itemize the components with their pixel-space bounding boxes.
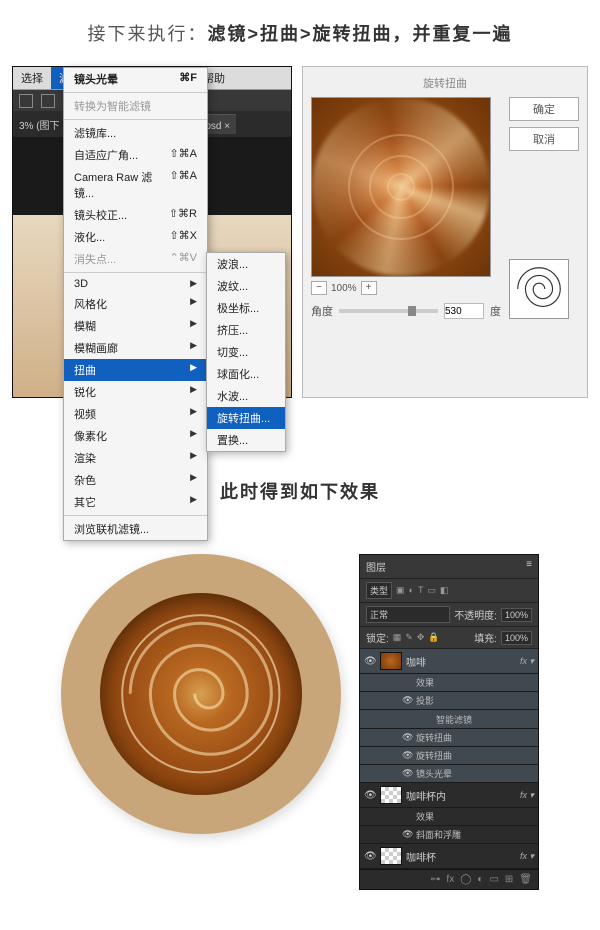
- submenu-item[interactable]: 切变...: [207, 341, 285, 363]
- layer-effect[interactable]: 效果: [360, 674, 538, 692]
- menu-item[interactable]: 自适应广角...⇧⌘A: [64, 144, 207, 166]
- fill-input[interactable]: 100%: [501, 631, 532, 645]
- layers-panel: 图层 ≡ 类型 ▣ ◐ T ▭ ◧ 正常 不透明度: 100% 锁定:: [359, 554, 539, 890]
- menu-item[interactable]: 浏览联机滤镜...: [64, 518, 207, 540]
- filter-menu-dropdown: 镜头光晕⌘F 转换为智能滤镜滤镜库...自适应广角...⇧⌘ACamera Raw…: [63, 67, 208, 541]
- kind-filter[interactable]: 类型: [366, 582, 392, 599]
- dialog-title: 旋转扭曲: [311, 75, 579, 97]
- filter-smart-icon[interactable]: ◧: [440, 585, 449, 596]
- zoom-in-button[interactable]: +: [361, 281, 377, 295]
- layer-row[interactable]: 👁咖啡杯内fx ▾: [360, 783, 538, 808]
- blend-mode-select[interactable]: 正常: [366, 606, 450, 623]
- fx-icon[interactable]: fx: [446, 874, 454, 885]
- angle-label: 角度: [311, 303, 333, 319]
- layer-effect[interactable]: 智能滤镜: [360, 710, 538, 729]
- layer-effect[interactable]: 👁镜头光晕: [360, 765, 538, 783]
- visibility-icon[interactable]: 👁: [364, 851, 376, 862]
- menu-item-模糊[interactable]: 模糊▶: [64, 315, 207, 337]
- layer-thumb: [380, 652, 402, 670]
- menu-item-杂色[interactable]: 杂色▶: [64, 469, 207, 491]
- menu-item[interactable]: 液化...⇧⌘X: [64, 226, 207, 248]
- submenu-item[interactable]: 旋转扭曲...: [207, 407, 285, 429]
- adjust-icon[interactable]: ◐: [477, 874, 483, 885]
- ok-button[interactable]: 确定: [509, 97, 579, 121]
- filter-pixel-icon[interactable]: ▣: [396, 585, 405, 596]
- submenu-item[interactable]: 波浪...: [207, 253, 285, 275]
- opacity-input[interactable]: 100%: [501, 608, 532, 622]
- panel-title: 图层: [366, 559, 386, 574]
- spiral-thumbnail-icon: [509, 259, 569, 319]
- submenu-item[interactable]: 置换...: [207, 429, 285, 451]
- menu-item-扭曲[interactable]: 扭曲▶: [64, 359, 207, 381]
- layer-effect[interactable]: 👁斜面和浮雕: [360, 826, 538, 844]
- coffee-result-image: [61, 554, 341, 834]
- menu-item-其它[interactable]: 其它▶: [64, 491, 207, 513]
- angle-input[interactable]: [444, 303, 484, 319]
- cancel-button[interactable]: 取消: [509, 127, 579, 151]
- angle-slider[interactable]: [339, 309, 438, 313]
- photoshop-window: 选择滤镜3D视图窗口帮助 3D 模式: ▾ 3% (图下 转换为智能滤镜/CMY…: [12, 66, 292, 398]
- twirl-dialog: 旋转扭曲 − 100% + 角度: [302, 66, 588, 398]
- menu-item[interactable]: 镜头校正...⇧⌘R: [64, 204, 207, 226]
- layer-row[interactable]: 👁咖啡fx ▾: [360, 649, 538, 674]
- layer-effect[interactable]: 👁旋转扭曲: [360, 747, 538, 765]
- menu-item-渲染[interactable]: 渲染▶: [64, 447, 207, 469]
- mask-icon[interactable]: ◯: [460, 874, 471, 885]
- menu-item-像素化[interactable]: 像素化▶: [64, 425, 207, 447]
- distort-submenu: 波浪...波纹...极坐标...挤压...切变...球面化...水波...旋转扭…: [206, 252, 286, 452]
- submenu-item[interactable]: 水波...: [207, 385, 285, 407]
- tool-icon: [41, 94, 55, 108]
- menu-item[interactable]: 镜头光晕⌘F: [64, 68, 207, 90]
- submenu-item[interactable]: 球面化...: [207, 363, 285, 385]
- menu-item[interactable]: 转换为智能滤镜: [64, 95, 207, 117]
- visibility-icon[interactable]: 👁: [364, 790, 376, 801]
- new-layer-icon[interactable]: ⊞: [505, 874, 513, 885]
- menu-item-锐化[interactable]: 锐化▶: [64, 381, 207, 403]
- layer-thumb: [380, 847, 402, 865]
- tool-icon: [19, 94, 33, 108]
- instruction-caption-1: 接下来执行：滤镜>扭曲>旋转扭曲，并重复一遍: [0, 20, 600, 46]
- layer-thumb: [380, 786, 402, 804]
- submenu-item[interactable]: 挤压...: [207, 319, 285, 341]
- submenu-item[interactable]: 波纹...: [207, 275, 285, 297]
- filter-type-icon[interactable]: T: [418, 585, 424, 596]
- panel-menu-icon[interactable]: ≡: [526, 559, 532, 574]
- submenu-item[interactable]: 极坐标...: [207, 297, 285, 319]
- menu-item[interactable]: 滤镜库...: [64, 122, 207, 144]
- menu-选择[interactable]: 选择: [13, 67, 51, 89]
- menu-item-模糊画廊[interactable]: 模糊画廊▶: [64, 337, 207, 359]
- menu-item-视频[interactable]: 视频▶: [64, 403, 207, 425]
- layer-effect[interactable]: 👁投影: [360, 692, 538, 710]
- preview-image: [311, 97, 491, 277]
- filter-adjust-icon[interactable]: ◐: [409, 585, 414, 596]
- link-icon[interactable]: ⊶: [430, 874, 440, 885]
- filter-shape-icon[interactable]: ▭: [427, 585, 436, 596]
- layers-footer: ⊶ fx ◯ ◐ ▭ ⊞ 🗑: [360, 869, 538, 889]
- menu-item[interactable]: Camera Raw 滤镜...⇧⌘A: [64, 166, 207, 204]
- trash-icon[interactable]: 🗑: [519, 874, 532, 885]
- visibility-icon[interactable]: 👁: [364, 656, 376, 667]
- menu-item[interactable]: 消失点...⌃⌘V: [64, 248, 207, 270]
- group-icon[interactable]: ▭: [489, 874, 498, 885]
- menu-item-风格化[interactable]: 风格化▶: [64, 293, 207, 315]
- layer-effect[interactable]: 效果: [360, 808, 538, 826]
- lock-pixel-icon[interactable]: ✎: [405, 632, 413, 643]
- lock-all-icon[interactable]: 🔒: [428, 632, 439, 643]
- zoom-value: 100%: [331, 283, 357, 294]
- lock-trans-icon[interactable]: ▦: [393, 632, 402, 643]
- lock-pos-icon[interactable]: ✥: [417, 632, 425, 643]
- zoom-out-button[interactable]: −: [311, 281, 327, 295]
- menu-item-3D[interactable]: 3D▶: [64, 275, 207, 293]
- layer-row[interactable]: 👁咖啡杯fx ▾: [360, 844, 538, 869]
- layer-effect[interactable]: 👁旋转扭曲: [360, 729, 538, 747]
